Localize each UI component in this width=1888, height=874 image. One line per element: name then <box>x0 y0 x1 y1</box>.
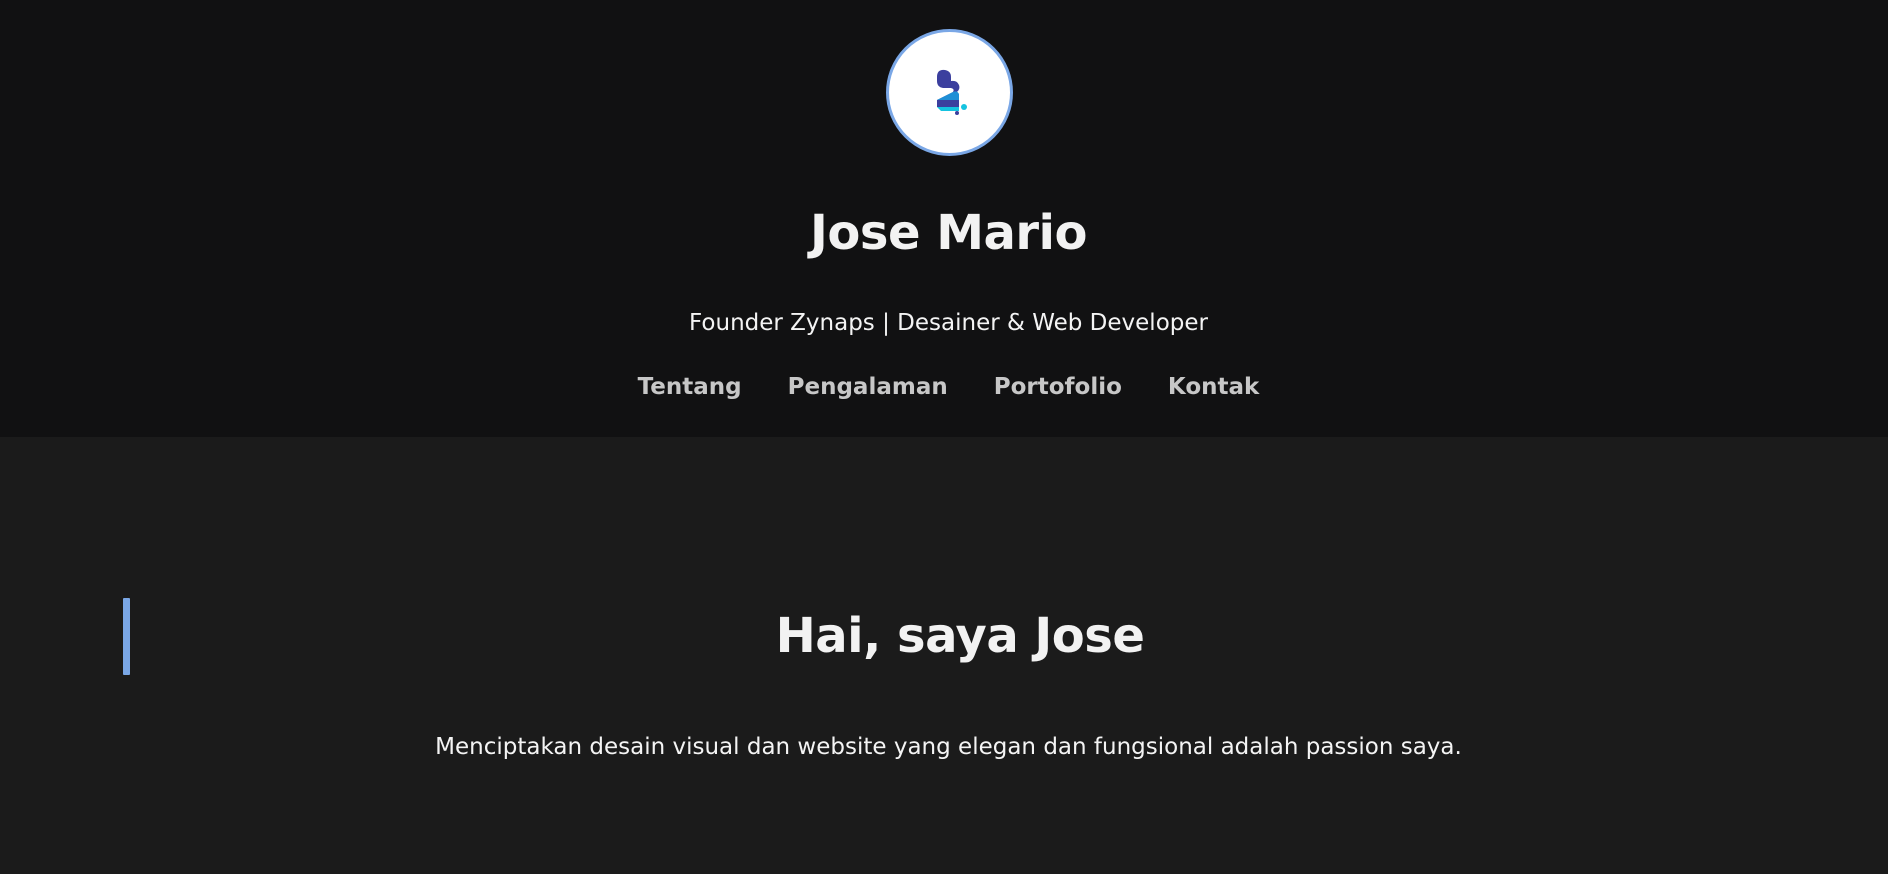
site-header: Jose Mario Founder Zynaps | Desainer & W… <box>0 0 1888 437</box>
main-nav: Tentang Pengalaman Portofolio Kontak <box>0 374 1888 400</box>
zynaps-logo-icon <box>936 69 967 115</box>
hero-section: Hai, saya Jose Menciptakan desain visual… <box>0 437 1888 874</box>
profile-name: Jose Mario <box>810 205 1087 261</box>
profile-tagline: Founder Zynaps | Desainer & Web Develope… <box>689 310 1208 336</box>
hero-text: Menciptakan desain visual dan website ya… <box>435 734 1462 760</box>
hero-heading: Hai, saya Jose <box>775 608 1145 664</box>
avatar <box>886 29 1013 156</box>
nav-item-tentang[interactable]: Tentang <box>638 374 742 400</box>
nav-item-kontak[interactable]: Kontak <box>1168 374 1259 400</box>
nav-item-pengalaman[interactable]: Pengalaman <box>788 374 948 400</box>
nav-item-portofolio[interactable]: Portofolio <box>994 374 1122 400</box>
